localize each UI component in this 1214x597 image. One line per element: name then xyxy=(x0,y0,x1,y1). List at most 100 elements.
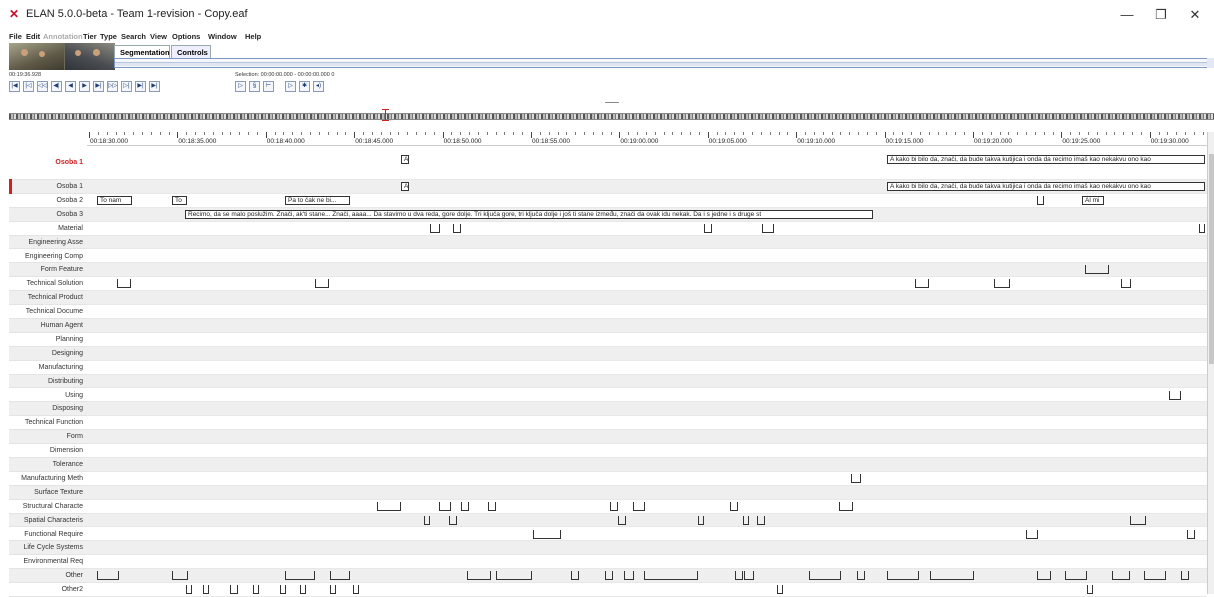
loop-mode-icon[interactable]: ▷ xyxy=(285,81,296,92)
annotation[interactable] xyxy=(1187,529,1195,539)
tier-name-row[interactable]: Using xyxy=(9,389,87,403)
annotation[interactable] xyxy=(915,279,929,289)
annotation[interactable] xyxy=(744,571,754,581)
annotation[interactable] xyxy=(1121,279,1131,289)
tier-row[interactable] xyxy=(87,444,1207,458)
tier-row[interactable] xyxy=(87,402,1207,417)
go-to-begin-icon[interactable]: |◀ xyxy=(9,81,20,92)
annotation[interactable] xyxy=(1130,515,1146,525)
annotation[interactable] xyxy=(644,571,698,581)
scroll-thumb[interactable] xyxy=(1209,154,1214,364)
next-second-icon[interactable]: ▷▷ xyxy=(107,81,118,92)
annotation[interactable] xyxy=(1087,585,1093,595)
tier-row[interactable] xyxy=(87,374,1207,389)
tier-row[interactable] xyxy=(87,541,1207,556)
annotation[interactable] xyxy=(930,571,974,581)
tier-row[interactable] xyxy=(87,346,1207,361)
menu-window[interactable]: Window xyxy=(208,32,237,41)
annotation[interactable]: A kako bi bilo da, znači, da bude takva … xyxy=(887,182,1205,191)
annotation[interactable] xyxy=(172,571,188,581)
annotation[interactable] xyxy=(743,515,749,525)
tier-name-row[interactable]: Functional Require xyxy=(9,528,87,542)
annotation[interactable] xyxy=(1144,571,1166,581)
next-pixel-icon[interactable]: ▶| xyxy=(93,81,104,92)
annotation[interactable] xyxy=(330,585,336,595)
menu-options[interactable]: Options xyxy=(172,32,200,41)
tier-row[interactable] xyxy=(87,263,1207,278)
tier-name-row[interactable]: Technical Solution xyxy=(9,277,87,292)
tier-row[interactable] xyxy=(87,305,1207,319)
tier-name-row[interactable]: Dimension xyxy=(9,444,87,458)
tier-name-row[interactable]: Life Cycle Systems xyxy=(9,541,87,556)
tier-name-row[interactable]: Planning xyxy=(9,333,87,347)
annotation[interactable] xyxy=(698,515,704,525)
tier-row[interactable] xyxy=(87,361,1207,375)
annotation[interactable] xyxy=(496,571,532,581)
tier-row[interactable] xyxy=(87,555,1207,570)
tier-name-row[interactable]: Technical Docume xyxy=(9,305,87,319)
tier-row[interactable] xyxy=(87,333,1207,347)
annotation[interactable]: Recimo, da se malo poslužim. Znači, ak't… xyxy=(185,209,873,219)
tier-name-row[interactable]: Environmental Req xyxy=(9,555,87,570)
minimize-button[interactable]: — xyxy=(1112,4,1142,26)
annotation[interactable] xyxy=(330,571,350,581)
annotation[interactable] xyxy=(488,501,496,511)
tier-name-row[interactable]: Engineering Asse xyxy=(9,235,87,250)
tier-row[interactable] xyxy=(87,430,1207,445)
tab-controls[interactable]: Controls xyxy=(171,45,211,58)
menu-search[interactable]: Search xyxy=(121,32,146,41)
annotation[interactable] xyxy=(857,571,865,581)
panel-scroll-handle[interactable] xyxy=(1207,58,1214,68)
annotation[interactable] xyxy=(97,571,119,581)
annotation[interactable]: Pa to čak ne bi... xyxy=(285,195,350,205)
annotation[interactable]: A kako bi bilo da, znači, da bude takva … xyxy=(887,155,1205,164)
annotation[interactable] xyxy=(851,473,861,483)
annotation[interactable] xyxy=(117,279,131,289)
go-to-end-icon[interactable]: ▶| xyxy=(149,81,160,92)
annotation[interactable] xyxy=(1065,571,1087,581)
tier-row[interactable] xyxy=(87,319,1207,333)
annotation[interactable]: A xyxy=(401,155,409,164)
tier-row[interactable] xyxy=(87,513,1207,528)
tier-row[interactable] xyxy=(87,250,1207,264)
annotation[interactable] xyxy=(315,279,329,289)
annotation[interactable] xyxy=(203,585,209,595)
tier-name-row[interactable]: Manufacturing xyxy=(9,361,87,375)
menu-edit[interactable]: Edit xyxy=(26,32,40,41)
annotation[interactable] xyxy=(1037,571,1051,581)
tier-name-row[interactable]: Disposing xyxy=(9,402,87,417)
annotation[interactable] xyxy=(735,571,743,581)
previous-frame-icon[interactable]: |◁ xyxy=(23,81,34,92)
annotation[interactable] xyxy=(1037,195,1044,205)
annotation[interactable] xyxy=(994,279,1010,289)
tier-name-row[interactable]: Technical Function xyxy=(9,416,87,431)
tier-name-row[interactable]: Form Feature xyxy=(9,263,87,278)
annotation[interactable] xyxy=(762,223,774,233)
tier-name-row[interactable]: Tolerance xyxy=(9,458,87,472)
menu-tier[interactable]: Tier xyxy=(83,32,97,41)
tier-row[interactable] xyxy=(87,235,1207,250)
annotation[interactable] xyxy=(1026,529,1038,539)
previous-second-icon[interactable]: ◁◁ xyxy=(37,81,48,92)
tier-name-row[interactable]: Spatial Characteris xyxy=(9,513,87,528)
tier-name-row[interactable]: Form xyxy=(9,430,87,445)
tier-name-row[interactable]: Osoba 1 xyxy=(9,146,87,180)
time-ruler[interactable]: 00:18:30.000 00:18:35.000 00:18:40.000 00:1… xyxy=(87,132,1213,146)
annotation[interactable] xyxy=(300,585,306,595)
menu-annotation[interactable]: Annotation xyxy=(43,32,83,41)
annotation[interactable]: A xyxy=(401,182,409,191)
video-viewer[interactable] xyxy=(9,43,115,70)
annotation[interactable] xyxy=(571,571,579,581)
tier-name-row[interactable]: Osoba 3 xyxy=(9,207,87,222)
tier-name-row[interactable]: Osoba 1 xyxy=(9,180,87,194)
annotation[interactable] xyxy=(377,501,401,511)
annotation[interactable] xyxy=(633,501,645,511)
previous-pixel-icon[interactable]: ◀| xyxy=(51,81,62,92)
tier-row[interactable] xyxy=(87,500,1207,514)
tier-name-row[interactable]: Technical Product xyxy=(9,291,87,306)
annotation[interactable] xyxy=(618,515,626,525)
rate-settings-icon[interactable]: ✱ xyxy=(299,81,310,92)
annotation[interactable] xyxy=(1112,571,1130,581)
annotation[interactable] xyxy=(280,585,286,595)
tier-name-row[interactable]: Distributing xyxy=(9,374,87,389)
